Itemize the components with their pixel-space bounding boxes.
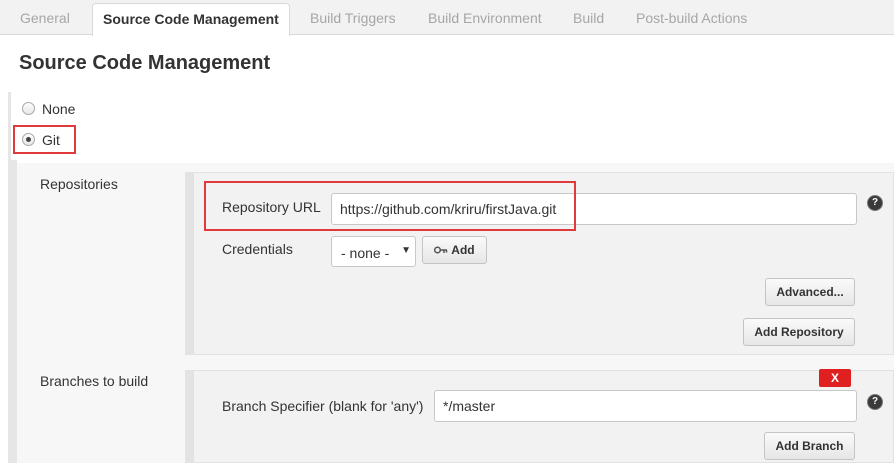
credentials-select[interactable]: - none - ▼ bbox=[331, 236, 416, 267]
repositories-label: Repositories bbox=[40, 176, 118, 192]
tab-build-environment[interactable]: Build Environment bbox=[428, 10, 542, 26]
add-branch-button[interactable]: Add Branch bbox=[764, 432, 855, 460]
branch-specifier-input[interactable] bbox=[434, 390, 857, 422]
add-credentials-label: Add bbox=[451, 243, 475, 257]
delete-branch-button[interactable]: X bbox=[819, 369, 851, 387]
repository-url-highlight bbox=[204, 181, 576, 231]
credentials-select-value: - none - bbox=[341, 245, 390, 261]
branches-to-build-label: Branches to build bbox=[40, 373, 149, 389]
question-circle-icon[interactable]: ? bbox=[867, 195, 883, 211]
tab-bar: General Source Code Management Build Tri… bbox=[0, 0, 894, 36]
branch-specifier-label: Branch Specifier (blank for 'any') bbox=[222, 398, 424, 414]
question-circle-icon[interactable]: ? bbox=[867, 394, 883, 410]
add-credentials-button[interactable]: Add bbox=[422, 236, 487, 264]
tab-build-triggers[interactable]: Build Triggers bbox=[310, 10, 396, 26]
chevron-down-icon: ▼ bbox=[401, 245, 411, 256]
git-guide-line bbox=[11, 160, 17, 463]
advanced-button[interactable]: Advanced... bbox=[765, 278, 855, 306]
tab-post-build-actions[interactable]: Post-build Actions bbox=[636, 10, 747, 26]
radio-none-label[interactable]: None bbox=[42, 101, 75, 117]
branches-panel-gutter bbox=[185, 370, 193, 463]
add-repository-button[interactable]: Add Repository bbox=[743, 318, 855, 346]
tab-general[interactable]: General bbox=[20, 10, 70, 26]
section-title: Source Code Management bbox=[19, 52, 271, 74]
radio-none[interactable] bbox=[22, 102, 35, 115]
key-icon bbox=[434, 246, 448, 254]
tab-build[interactable]: Build bbox=[573, 10, 604, 26]
radio-git[interactable] bbox=[22, 133, 35, 146]
repositories-panel-gutter bbox=[185, 172, 193, 355]
credentials-label: Credentials bbox=[222, 241, 293, 257]
radio-git-label[interactable]: Git bbox=[42, 132, 60, 148]
tab-source-code-management[interactable]: Source Code Management bbox=[92, 3, 290, 36]
